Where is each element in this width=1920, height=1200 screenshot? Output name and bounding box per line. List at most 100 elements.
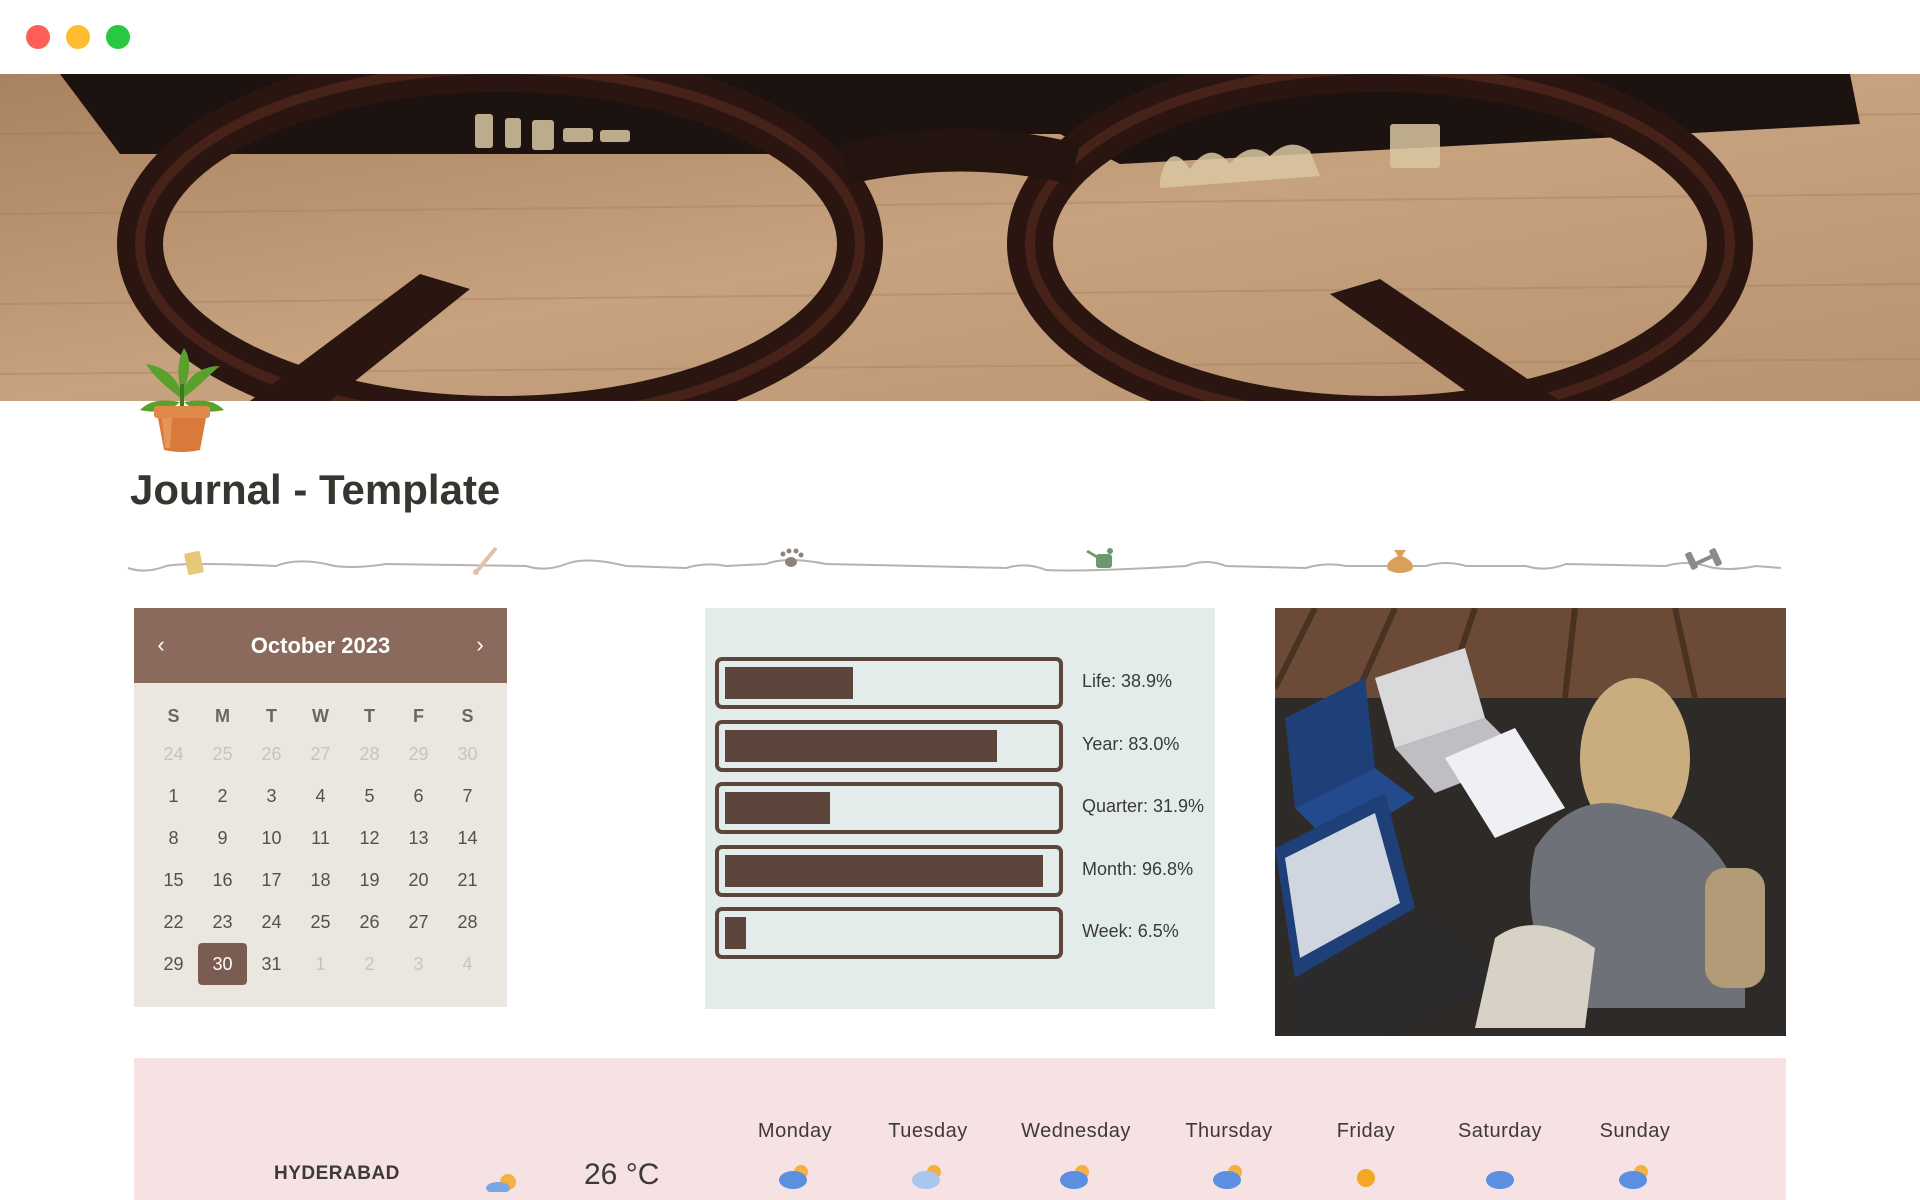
calendar-day[interactable]: 4: [443, 943, 492, 985]
calendar-day[interactable]: 14: [443, 817, 492, 859]
calendar-day[interactable]: 1: [296, 943, 345, 985]
page-title: Journal - Template: [130, 466, 501, 513]
calendar-day[interactable]: 12: [345, 817, 394, 859]
calendar-day[interactable]: 28: [345, 733, 394, 775]
partly-cloudy-night-icon: [773, 1158, 817, 1200]
calendar-day[interactable]: 15: [149, 859, 198, 901]
partly-cloudy-night-icon: [1207, 1158, 1251, 1200]
cloudy-icon: [1478, 1158, 1522, 1200]
progress-bar: [715, 907, 1063, 959]
previous-month-button[interactable]: ‹: [146, 630, 176, 660]
calendar-widget: ‹ October 2023 › S M T W T F S 24 25 26 …: [134, 608, 507, 1007]
calendar-grid: S M T W T F S 24 25 26 27 28 29 30 1 2 3…: [134, 699, 507, 985]
calendar-day[interactable]: 29: [394, 733, 443, 775]
calendar-day[interactable]: 4: [296, 775, 345, 817]
weather-day-label: Thursday: [1185, 1120, 1273, 1142]
photo-person-with-laptops[interactable]: [1275, 608, 1786, 1036]
progress-row-month: Month: 96.8%: [715, 845, 1205, 897]
progress-label: Week: 6.5%: [1082, 921, 1179, 941]
calendar-day[interactable]: 27: [296, 733, 345, 775]
calendar-day[interactable]: 29: [149, 943, 198, 985]
calendar-day[interactable]: 10: [247, 817, 296, 859]
weather-day-label: Tuesday: [888, 1120, 968, 1142]
partly-sunny-icon: [482, 1168, 522, 1197]
calendar-day[interactable]: 3: [394, 943, 443, 985]
weather-temperature: 26 °C: [584, 1158, 660, 1191]
calendar-header: ‹ October 2023 ›: [134, 608, 507, 683]
calendar-day[interactable]: 11: [296, 817, 345, 859]
progress-fill: [725, 855, 1043, 887]
calendar-day[interactable]: 3: [247, 775, 296, 817]
calendar-day[interactable]: 22: [149, 901, 198, 943]
weather-city: HYDERABAD: [274, 1163, 400, 1184]
calendar-day[interactable]: 2: [198, 775, 247, 817]
progress-fill: [725, 667, 853, 699]
weekday-label: M: [215, 705, 230, 726]
potted-plant-icon[interactable]: [132, 344, 232, 454]
weekday-label: S: [461, 705, 474, 726]
calendar-day[interactable]: 27: [394, 901, 443, 943]
partly-cloudy-night-icon: [1054, 1158, 1098, 1200]
progress-label: Year: 83.0%: [1082, 734, 1180, 754]
calendar-day[interactable]: 2: [345, 943, 394, 985]
progress-row-year: Year: 83.0%: [715, 720, 1205, 772]
progress-label: Life: 38.9%: [1082, 671, 1173, 691]
calendar-day[interactable]: 30: [443, 733, 492, 775]
calendar-day[interactable]: 23: [198, 901, 247, 943]
calendar-day[interactable]: 28: [443, 901, 492, 943]
weather-widget: HYDERABAD 26 °C Monday Tuesday Wednesday…: [134, 1058, 1786, 1200]
calendar-month-label: October 2023: [250, 632, 391, 658]
calendar-day[interactable]: 18: [296, 859, 345, 901]
minimize-window-button[interactable]: [66, 25, 90, 49]
maximize-window-button[interactable]: [106, 25, 130, 49]
calendar-day[interactable]: 24: [149, 733, 198, 775]
window-titlebar: [0, 0, 1920, 74]
calendar-day[interactable]: 26: [345, 901, 394, 943]
weather-day-label: Wednesday: [1021, 1120, 1131, 1142]
progress-fill: [725, 917, 746, 949]
calendar-day-today[interactable]: 30: [198, 943, 247, 985]
calendar-day[interactable]: 19: [345, 859, 394, 901]
calendar-day[interactable]: 8: [149, 817, 198, 859]
sunny-icon: [1344, 1158, 1388, 1200]
partly-cloudy-night-icon: [1613, 1158, 1657, 1200]
weather-day-label: Saturday: [1457, 1120, 1543, 1142]
calendar-day[interactable]: 1: [149, 775, 198, 817]
weekday-label: T: [364, 705, 375, 726]
partly-cloudy-icon: [906, 1158, 950, 1200]
calendar-day[interactable]: 31: [247, 943, 296, 985]
progress-label: Month: 96.8%: [1082, 859, 1194, 879]
weekday-label: W: [312, 705, 329, 726]
calendar-day[interactable]: 21: [443, 859, 492, 901]
progress-bar: [715, 657, 1063, 709]
progress-bar: [715, 720, 1063, 772]
weather-day-label: Monday: [757, 1120, 833, 1142]
calendar-day[interactable]: 25: [296, 901, 345, 943]
calendar-day[interactable]: 6: [394, 775, 443, 817]
cover-image[interactable]: [0, 74, 1920, 401]
progress-label: Quarter: 31.9%: [1082, 796, 1205, 816]
note-icon: [184, 550, 204, 576]
calendar-day[interactable]: 13: [394, 817, 443, 859]
calendar-day[interactable]: 16: [198, 859, 247, 901]
paw-icon: [780, 548, 804, 567]
calendar-day[interactable]: 7: [443, 775, 492, 817]
progress-row-quarter: Quarter: 31.9%: [715, 782, 1205, 834]
progress-fill: [725, 730, 997, 762]
money-bag-icon: [1387, 550, 1413, 573]
next-month-button[interactable]: ›: [465, 630, 495, 660]
calendar-day[interactable]: 26: [247, 733, 296, 775]
calendar-day[interactable]: 17: [247, 859, 296, 901]
calendar-day[interactable]: 20: [394, 859, 443, 901]
weekday-label: T: [266, 705, 277, 726]
decorative-divider: [126, 536, 1786, 586]
weekday-label: S: [167, 705, 180, 726]
progress-bar: [715, 845, 1063, 897]
calendar-day[interactable]: 5: [345, 775, 394, 817]
progress-row-life: Life: 38.9%: [715, 657, 1205, 709]
calendar-day[interactable]: 24: [247, 901, 296, 943]
calendar-day[interactable]: 25: [198, 733, 247, 775]
calendar-day[interactable]: 9: [198, 817, 247, 859]
close-window-button[interactable]: [26, 25, 50, 49]
weekday-label: F: [413, 705, 424, 726]
